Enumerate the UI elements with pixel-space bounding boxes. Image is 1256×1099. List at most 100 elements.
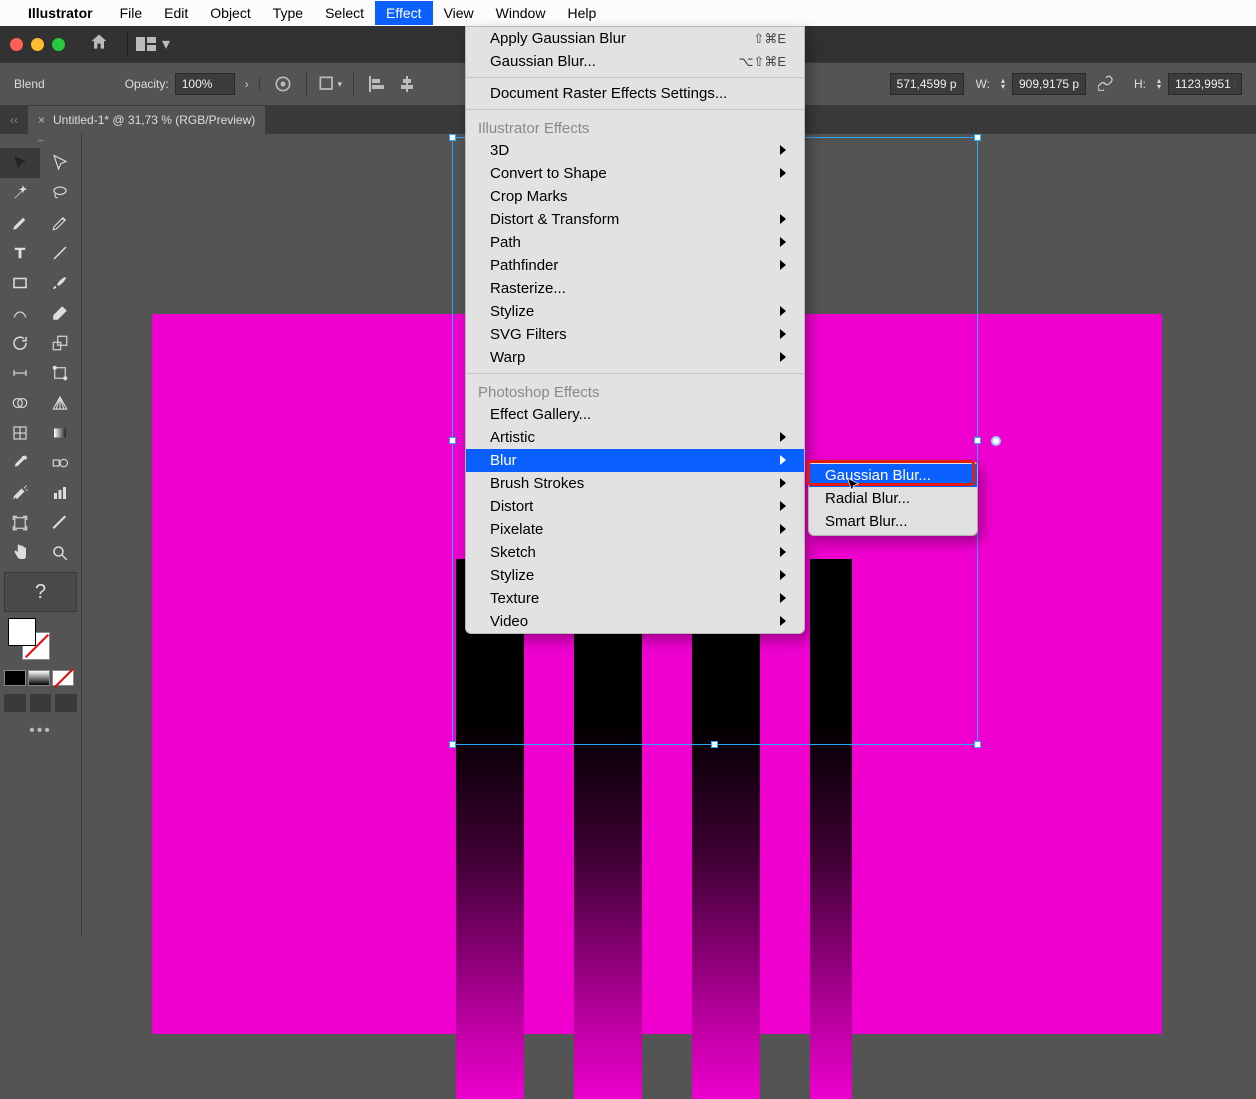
transform-panel-icon[interactable]: ▾	[315, 69, 345, 99]
menu-ps-artistic[interactable]: Artistic	[466, 426, 804, 449]
menu-ps-pixelate[interactable]: Pixelate	[466, 518, 804, 541]
eyedropper-tool[interactable]	[0, 448, 40, 478]
menu-effect[interactable]: Effect	[375, 1, 433, 25]
toolbox-more-icon[interactable]: •••	[0, 716, 81, 746]
width-tool[interactable]	[0, 358, 40, 388]
symbol-sprayer-tool[interactable]	[0, 478, 40, 508]
effect-menu-dropdown: Apply Gaussian Blur⇧⌘E Gaussian Blur...⌥…	[465, 26, 805, 634]
edit-toolbar-button[interactable]: ?	[4, 572, 77, 612]
close-tab-icon[interactable]: ×	[38, 113, 45, 127]
align-center-icon[interactable]	[392, 69, 422, 99]
submenu-gaussian-blur[interactable]: Gaussian Blur...	[809, 464, 977, 487]
document-tab[interactable]: × Untitled-1* @ 31,73 % (RGB/Preview)	[28, 106, 265, 134]
link-wh-icon[interactable]	[1090, 75, 1122, 94]
scale-tool[interactable]	[40, 328, 80, 358]
w-value-input[interactable]	[1012, 73, 1086, 95]
menu-help[interactable]: Help	[556, 1, 607, 25]
menu-apply-last-effect[interactable]: Apply Gaussian Blur⇧⌘E	[466, 27, 804, 50]
chevron-down-icon: ▾	[162, 34, 170, 54]
rotate-tool[interactable]	[0, 328, 40, 358]
h-stepper[interactable]: ▴▾	[1154, 78, 1164, 90]
submenu-smart-blur[interactable]: Smart Blur...	[809, 510, 977, 533]
align-left-icon[interactable]	[362, 69, 392, 99]
zoom-window-button[interactable]	[52, 38, 65, 51]
menu-file[interactable]: File	[109, 1, 154, 25]
magic-wand-tool[interactable]	[0, 178, 40, 208]
menu-last-effect-settings[interactable]: Gaussian Blur...⌥⇧⌘E	[466, 50, 804, 73]
menu-ps-effect-gallery[interactable]: Effect Gallery...	[466, 403, 804, 426]
hand-tool[interactable]	[0, 538, 40, 568]
menu-ill-crop-marks[interactable]: Crop Marks	[466, 185, 804, 208]
slice-tool[interactable]	[40, 508, 80, 538]
tab-handle-icon[interactable]: ‹‹	[0, 113, 28, 127]
shaper-tool[interactable]	[0, 298, 40, 328]
minimize-window-button[interactable]	[31, 38, 44, 51]
rectangle-tool[interactable]	[0, 268, 40, 298]
arrange-documents-button[interactable]: ▾	[136, 34, 170, 54]
pen-tool[interactable]	[0, 208, 40, 238]
menu-edit[interactable]: Edit	[153, 1, 199, 25]
selection-type-label: Blend	[14, 77, 45, 91]
menu-view[interactable]: View	[433, 1, 485, 25]
zoom-tool[interactable]	[40, 538, 80, 568]
menu-object[interactable]: Object	[199, 1, 261, 25]
menu-ps-brush-strokes[interactable]: Brush Strokes	[466, 472, 804, 495]
color-swatch[interactable]	[4, 670, 26, 686]
shape-builder-tool[interactable]	[0, 388, 40, 418]
menu-ill-path[interactable]: Path	[466, 231, 804, 254]
menubar-app-name[interactable]: Illustrator	[28, 5, 93, 21]
menu-type[interactable]: Type	[262, 1, 314, 25]
menu-ps-blur[interactable]: Blur	[466, 449, 804, 472]
recolor-artwork-icon[interactable]	[268, 69, 298, 99]
x-value-input[interactable]	[890, 73, 964, 95]
gradient-swatch[interactable]	[28, 670, 50, 686]
window-controls	[10, 38, 65, 51]
paintbrush-tool[interactable]	[40, 268, 80, 298]
menu-ill-warp[interactable]: Warp	[466, 346, 804, 369]
blend-spine-handle[interactable]	[991, 436, 1001, 446]
menu-window[interactable]: Window	[485, 1, 557, 25]
lasso-tool[interactable]	[40, 178, 80, 208]
type-tool[interactable]	[0, 238, 40, 268]
blend-tool[interactable]	[40, 448, 80, 478]
opacity-dropdown-icon[interactable]: ›	[235, 77, 260, 91]
menu-ill-pathfinder[interactable]: Pathfinder	[466, 254, 804, 277]
home-icon[interactable]	[89, 32, 109, 57]
line-segment-tool[interactable]	[40, 238, 80, 268]
menu-ill-3d[interactable]: 3D	[466, 139, 804, 162]
selection-tool[interactable]	[0, 148, 40, 178]
close-window-button[interactable]	[10, 38, 23, 51]
menu-ill-convert-to-shape[interactable]: Convert to Shape	[466, 162, 804, 185]
menu-ill-svg-filters[interactable]: SVG Filters	[466, 323, 804, 346]
h-label: H:	[1134, 77, 1146, 91]
menu-ill-rasterize[interactable]: Rasterize...	[466, 277, 804, 300]
menu-ps-distort[interactable]: Distort	[466, 495, 804, 518]
menu-document-raster-settings[interactable]: Document Raster Effects Settings...	[466, 82, 804, 105]
menu-ps-texture[interactable]: Texture	[466, 587, 804, 610]
direct-selection-tool[interactable]	[40, 148, 80, 178]
h-value-input[interactable]	[1168, 73, 1242, 95]
none-swatch[interactable]	[52, 670, 74, 686]
eraser-tool[interactable]	[40, 298, 80, 328]
mesh-tool[interactable]	[0, 418, 40, 448]
gradient-tool[interactable]	[40, 418, 80, 448]
menu-ps-stylize[interactable]: Stylize	[466, 564, 804, 587]
fill-stroke-swatch[interactable]	[4, 616, 77, 662]
menu-select[interactable]: Select	[314, 1, 375, 25]
menu-ill-stylize[interactable]: Stylize	[466, 300, 804, 323]
menu-ps-video[interactable]: Video	[466, 610, 804, 633]
blur-submenu: Gaussian Blur...Radial Blur...Smart Blur…	[808, 461, 978, 536]
free-transform-tool[interactable]	[40, 358, 80, 388]
toolbox-grip-icon[interactable]: ┅	[0, 134, 81, 148]
opacity-input[interactable]	[175, 73, 235, 95]
artboard-tool[interactable]	[0, 508, 40, 538]
screen-mode-buttons[interactable]	[0, 690, 81, 716]
w-stepper[interactable]: ▴▾	[998, 78, 1008, 90]
submenu-radial-blur[interactable]: Radial Blur...	[809, 487, 977, 510]
menu-ill-distort-transform[interactable]: Distort & Transform	[466, 208, 804, 231]
menu-ps-sketch[interactable]: Sketch	[466, 541, 804, 564]
divider	[127, 32, 128, 56]
column-graph-tool[interactable]	[40, 478, 80, 508]
perspective-grid-tool[interactable]	[40, 388, 80, 418]
curvature-tool[interactable]	[40, 208, 80, 238]
